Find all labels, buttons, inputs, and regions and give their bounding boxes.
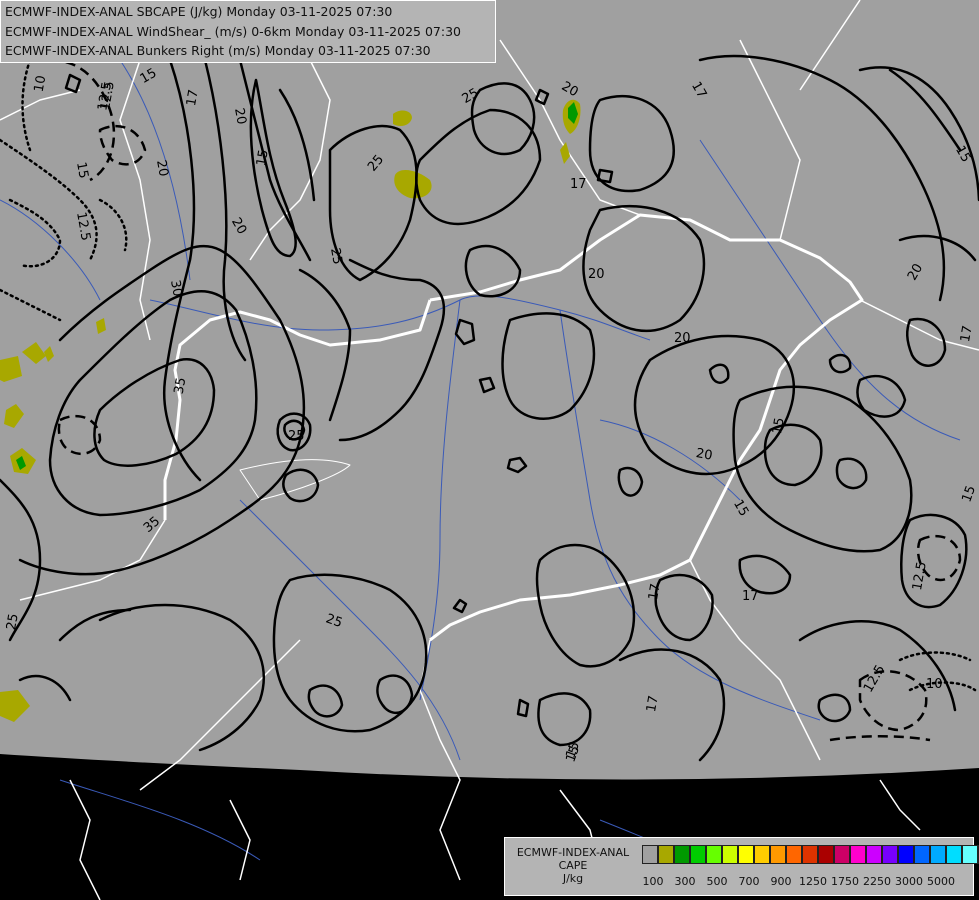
header-line-sbcape: ECMWF-INDEX-ANAL SBCAPE (J/kg) Monday 03… — [5, 4, 393, 19]
legend-swatch — [786, 845, 802, 864]
legend-swatch — [962, 845, 978, 864]
contour-label: 15 — [254, 148, 272, 167]
legend-swatch — [946, 845, 962, 864]
contour-label: 10 — [926, 677, 943, 692]
header-line-windshear: ECMWF-INDEX-ANAL WindShear_ (m/s) 0-6km … — [5, 24, 461, 39]
legend-swatch — [818, 845, 834, 864]
legend-tick-label: 300 — [674, 875, 696, 888]
contour-label: 25 — [4, 612, 22, 631]
legend-swatch — [658, 845, 674, 864]
map-header: ECMWF-INDEX-ANAL SBCAPE (J/kg) Monday 03… — [0, 0, 496, 63]
contour-label: 25 — [327, 247, 345, 266]
contour-label: 17 — [644, 694, 662, 713]
legend-swatch — [706, 845, 722, 864]
legend-swatch — [882, 845, 898, 864]
legend-tick-label: 5000 — [927, 875, 955, 888]
legend-tick-label: 3000 — [895, 875, 923, 888]
legend-title-line: CAPE — [558, 859, 588, 872]
legend-tick-label: 2250 — [863, 875, 891, 888]
contour-label: 17 — [958, 324, 976, 343]
legend-swatch — [722, 845, 738, 864]
legend-title: ECMWF-INDEX-ANAL CAPE J/kg — [509, 846, 637, 885]
legend-swatch — [690, 845, 706, 864]
contour-label: 15 — [73, 161, 91, 180]
weather-map: 10 12.5 15 17 20 25 30 35 12.5 12.5 15 1… — [0, 0, 979, 900]
contour-label: 30 — [167, 279, 185, 298]
legend-tick-label: 100 — [642, 875, 664, 888]
legend-swatch — [914, 845, 930, 864]
contour-label: 17 — [570, 177, 587, 192]
contour-label: 20 — [153, 159, 171, 178]
legend-swatch — [770, 845, 786, 864]
legend-swatch — [850, 845, 866, 864]
legend-tick-label: 1750 — [831, 875, 859, 888]
legend-tick-labels: 100 300 500 700 900 1250 1750 2250 3000 5000 — [642, 875, 972, 889]
legend-swatch — [834, 845, 850, 864]
cape-legend: ECMWF-INDEX-ANAL CAPE J/kg 100 300 500 700 9… — [504, 837, 979, 896]
legend-swatch — [674, 845, 690, 864]
legend-swatch — [642, 845, 658, 864]
contour-label: 15 — [770, 416, 788, 435]
contour-label: 10 — [32, 74, 50, 93]
contour-label: 17 — [742, 589, 759, 604]
legend-title-line: ECMWF-INDEX-ANAL — [516, 846, 630, 859]
legend-swatch — [754, 845, 770, 864]
legend-tick-label: 900 — [770, 875, 792, 888]
contour-label: 17 — [184, 88, 202, 107]
legend-tick-label: 700 — [738, 875, 760, 888]
contour-label: 20 — [695, 446, 714, 464]
contour-label: 20 — [231, 107, 249, 126]
contour-label: 20 — [588, 267, 605, 282]
header-line-bunkers: ECMWF-INDEX-ANAL Bunkers Right (m/s) Mon… — [5, 43, 431, 58]
legend-tick-label: 1250 — [799, 875, 827, 888]
legend-color-scale — [642, 845, 979, 864]
contour-label: 25 — [288, 429, 305, 444]
legend-swatch — [738, 845, 754, 864]
legend-swatch — [898, 845, 914, 864]
legend-swatch — [930, 845, 946, 864]
legend-swatch — [802, 845, 818, 864]
legend-title-line: J/kg — [562, 872, 584, 885]
legend-tick-label: 500 — [706, 875, 728, 888]
contour-label: 20 — [674, 331, 691, 346]
legend-swatch — [866, 845, 882, 864]
contour-label: 35 — [172, 376, 190, 395]
contour-label: 17 — [646, 582, 664, 601]
